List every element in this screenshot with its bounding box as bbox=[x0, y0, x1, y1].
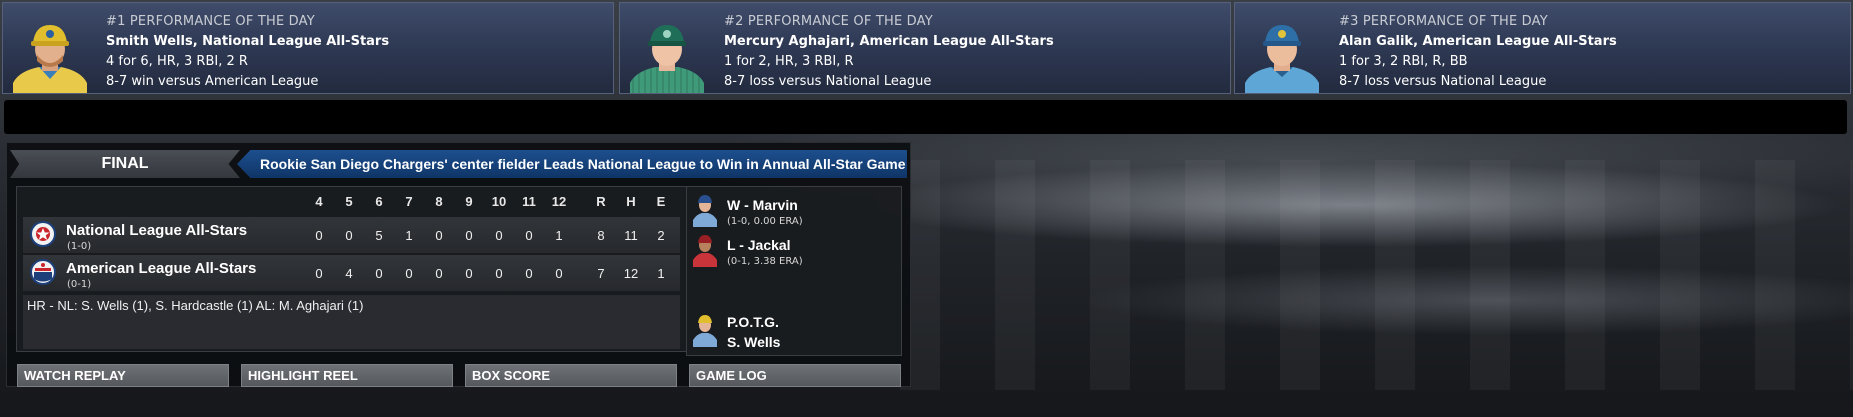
game-status-final: FINAL bbox=[10, 150, 240, 178]
inning-score: 0 bbox=[555, 266, 563, 281]
inning-score: 1 bbox=[405, 228, 413, 243]
inning-header: 11 bbox=[522, 194, 536, 209]
performance-stat-line: 1 for 3, 2 RBI, R, BB bbox=[1339, 54, 1468, 69]
performance-result: 8-7 loss versus National League bbox=[1339, 74, 1547, 89]
inning-score: 0 bbox=[525, 228, 533, 243]
runs-header: R bbox=[596, 194, 606, 209]
box-score-button[interactable]: BOX SCORE bbox=[465, 364, 677, 387]
inning-score: 0 bbox=[315, 266, 323, 281]
performance-player-name: Alan Galik, American League All-Stars bbox=[1339, 34, 1617, 49]
performance-rank: #3 PERFORMANCE OF THE DAY bbox=[1339, 14, 1548, 29]
winning-pitcher-portrait bbox=[693, 195, 717, 227]
performance-player-name: Smith Wells, National League All-Stars bbox=[106, 34, 390, 49]
inning-score: 4 bbox=[345, 266, 353, 281]
performance-card-2[interactable]: #2 PERFORMANCE OF THE DAY Mercury Aghaja… bbox=[619, 2, 1231, 94]
inning-score: 0 bbox=[465, 266, 473, 281]
inning-header: 4 bbox=[315, 194, 323, 209]
total-errors: 2 bbox=[657, 228, 665, 243]
total-errors: 1 bbox=[657, 266, 665, 281]
inning-score: 0 bbox=[525, 266, 533, 281]
highlight-reel-button[interactable]: HIGHLIGHT REEL bbox=[241, 364, 453, 387]
performance-player-name: Mercury Aghajari, American League All-St… bbox=[724, 34, 1054, 49]
total-runs: 8 bbox=[597, 228, 605, 243]
home-runs-summary: HR - NL: S. Wells (1), S. Hardcastle (1)… bbox=[27, 298, 364, 313]
performances-of-the-day: #1 PERFORMANCE OF THE DAY Smith Wells, N… bbox=[0, 0, 1853, 96]
performance-stat-line: 1 for 2, HR, 3 RBI, R bbox=[724, 54, 854, 69]
inning-score: 0 bbox=[435, 266, 443, 281]
inning-header: 10 bbox=[491, 194, 507, 209]
inning-score: 0 bbox=[375, 266, 383, 281]
inning-header: 12 bbox=[551, 194, 567, 209]
errors-header: E bbox=[656, 194, 666, 209]
potg-player-name[interactable]: S. Wells bbox=[727, 334, 780, 350]
team-name[interactable]: American League All-Stars bbox=[66, 260, 256, 277]
inning-score: 0 bbox=[345, 228, 353, 243]
team-name[interactable]: National League All-Stars bbox=[66, 222, 247, 239]
performance-rank: #2 PERFORMANCE OF THE DAY bbox=[724, 14, 933, 29]
news-ticker-bar bbox=[4, 100, 1847, 134]
performance-result: 8-7 loss versus National League bbox=[724, 74, 932, 89]
inning-score: 1 bbox=[555, 228, 563, 243]
inning-header: 9 bbox=[465, 194, 473, 209]
inning-score: 0 bbox=[495, 266, 503, 281]
total-hits: 12 bbox=[623, 266, 639, 281]
performance-rank: #1 PERFORMANCE OF THE DAY bbox=[106, 14, 315, 29]
player-portrait-teal-cap bbox=[630, 25, 704, 93]
inning-header: 5 bbox=[345, 194, 353, 209]
inning-score: 0 bbox=[495, 228, 503, 243]
player-portrait-yellow-cap bbox=[13, 25, 87, 93]
inning-score: 0 bbox=[465, 228, 473, 243]
player-portrait-blue-cap bbox=[1245, 25, 1319, 93]
performance-stat-line: 4 for 6, HR, 3 RBI, 2 R bbox=[106, 54, 248, 69]
inning-score: 0 bbox=[315, 228, 323, 243]
watch-replay-button[interactable]: WATCH REPLAY bbox=[17, 364, 229, 387]
performance-result: 8-7 win versus American League bbox=[106, 74, 319, 89]
total-runs: 7 bbox=[597, 266, 605, 281]
game-headline[interactable]: Rookie San Diego Chargers' center fielde… bbox=[237, 150, 907, 178]
inning-score: 0 bbox=[435, 228, 443, 243]
team-record: (1-0) bbox=[67, 241, 92, 252]
winning-pitcher-name[interactable]: W - Marvin bbox=[727, 197, 798, 213]
inning-header: 8 bbox=[435, 194, 443, 209]
inning-header: 7 bbox=[405, 194, 413, 209]
team-record: (0-1) bbox=[67, 279, 92, 290]
inning-score: 0 bbox=[405, 266, 413, 281]
american-league-logo bbox=[30, 259, 56, 285]
performance-card-1[interactable]: #1 PERFORMANCE OF THE DAY Smith Wells, N… bbox=[2, 2, 614, 94]
game-log-button[interactable]: GAME LOG bbox=[689, 364, 901, 387]
inning-header: 6 bbox=[375, 194, 383, 209]
potg-label: P.O.T.G. bbox=[727, 314, 779, 330]
background-stands-texture bbox=[900, 160, 1853, 390]
losing-pitcher-name[interactable]: L - Jackal bbox=[727, 237, 791, 253]
hits-header: H bbox=[626, 194, 636, 209]
performance-card-3[interactable]: #3 PERFORMANCE OF THE DAY Alan Galik, Am… bbox=[1234, 2, 1851, 94]
inning-score: 5 bbox=[375, 228, 383, 243]
player-of-the-game-portrait bbox=[693, 315, 717, 347]
total-hits: 11 bbox=[624, 228, 638, 243]
national-league-logo bbox=[30, 221, 56, 247]
winning-pitcher-stats: (1-0, 0.00 ERA) bbox=[727, 216, 803, 227]
losing-pitcher-stats: (0-1, 3.38 ERA) bbox=[727, 256, 803, 267]
losing-pitcher-portrait bbox=[693, 235, 717, 267]
